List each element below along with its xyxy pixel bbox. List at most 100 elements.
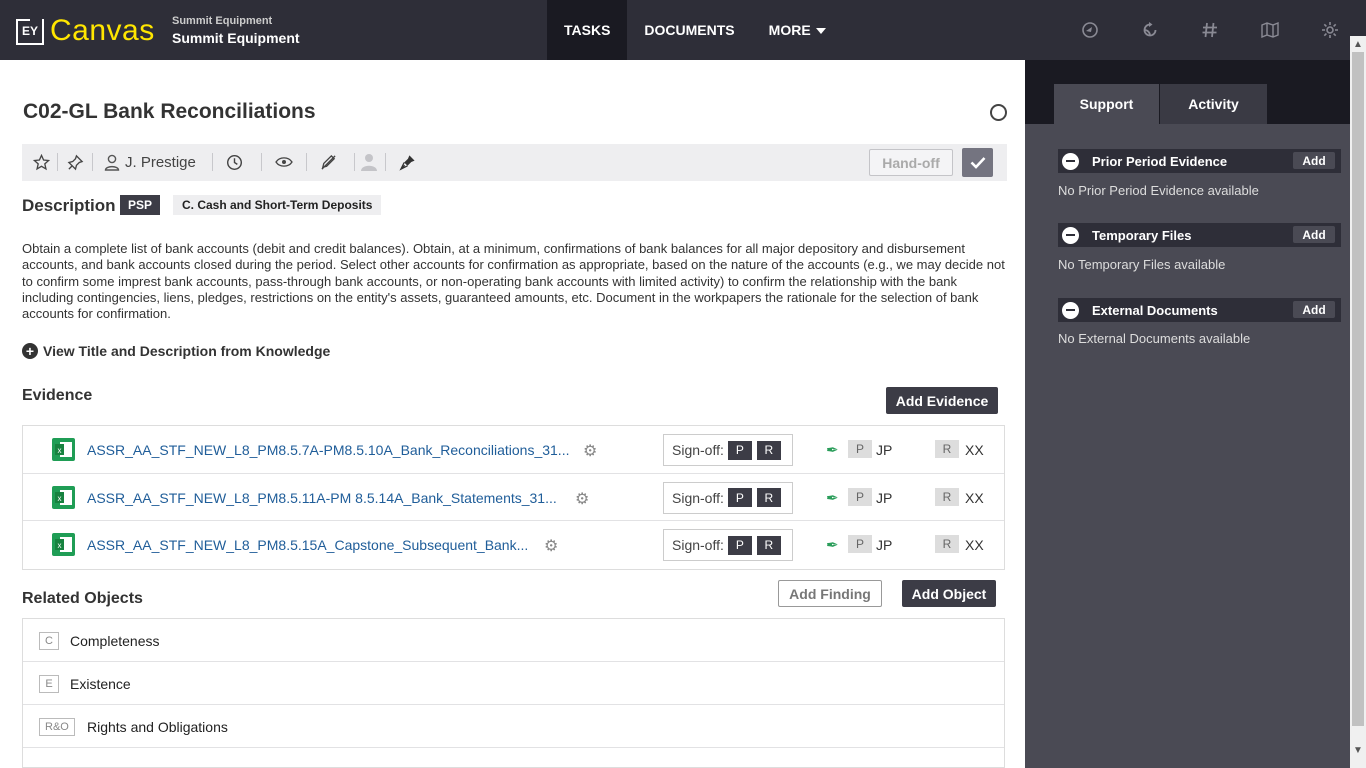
list-item[interactable]: R&O Rights and Obligations: [23, 705, 1004, 748]
preparer-badge: P: [848, 487, 872, 506]
tab-support[interactable]: Support: [1054, 84, 1159, 124]
user-disabled-icon: [361, 152, 377, 172]
add-external-document-button[interactable]: Add: [1293, 301, 1335, 318]
nav-more[interactable]: MORE: [752, 0, 843, 60]
gear-icon[interactable]: ⚙: [583, 441, 597, 461]
signoff-reviewer-button[interactable]: R: [756, 488, 781, 508]
preparer-initials: JP: [876, 442, 893, 458]
signoff-preparer-button[interactable]: P: [727, 535, 752, 555]
task-description: Obtain a complete list of bank accounts …: [22, 241, 1005, 322]
list-item[interactable]: C Completeness: [23, 619, 1004, 662]
prior-period-evidence-header[interactable]: Prior Period Evidence Add: [1058, 149, 1341, 173]
view-knowledge-link[interactable]: + View Title and Description from Knowle…: [22, 343, 330, 359]
list-item[interactable]: E Existence: [23, 662, 1004, 705]
hashtag-icon[interactable]: [1180, 18, 1240, 42]
svg-text:x: x: [58, 541, 62, 550]
signoff-preparer-button[interactable]: P: [727, 488, 752, 508]
add-temporary-file-button[interactable]: Add: [1293, 226, 1335, 243]
plus-circle-icon: +: [22, 343, 38, 359]
assertion-label: Rights and Obligations: [87, 719, 228, 735]
complete-button[interactable]: [962, 148, 993, 177]
gear-icon[interactable]: ⚙: [544, 536, 558, 556]
star-icon[interactable]: [33, 152, 50, 172]
temporary-files-header[interactable]: Temporary Files Add: [1058, 223, 1341, 247]
collapse-icon[interactable]: [1062, 226, 1079, 244]
scroll-down-icon[interactable]: ▼: [1350, 742, 1366, 758]
evidence-file-link[interactable]: ASSR_AA_STF_NEW_L8_PM8.5.11A-PM 8.5.14A_…: [87, 490, 557, 506]
external-documents-header[interactable]: External Documents Add: [1058, 298, 1341, 322]
excel-file-icon: x: [52, 485, 75, 509]
nav-tasks[interactable]: TASKS: [547, 0, 628, 60]
collapse-icon[interactable]: [1062, 301, 1079, 319]
app-name[interactable]: Canvas: [50, 14, 155, 48]
preparer-badge: P: [848, 440, 872, 458]
evidence-file-link[interactable]: ASSR_AA_STF_NEW_L8_PM8.5.15A_Capstone_Su…: [87, 537, 528, 553]
assertion-code-badge: C: [39, 632, 59, 650]
task-toolbar: J. Prestige Hand-off: [22, 144, 1007, 181]
svg-text:x: x: [58, 494, 62, 503]
support-tabs: Support Activity: [1025, 60, 1350, 124]
toolbar-divider: [306, 153, 307, 171]
dashboard-icon[interactable]: [1060, 18, 1120, 42]
client-name-small: Summit Equipment: [172, 15, 273, 27]
status-circle-icon[interactable]: [990, 104, 1007, 121]
signoff-preparer-button[interactable]: P: [727, 440, 752, 460]
related-objects-title: Related Objects: [22, 590, 143, 607]
toolbar-divider: [212, 153, 213, 171]
scroll-thumb[interactable]: [1352, 52, 1364, 726]
empty-message: No Temporary Files available: [1058, 257, 1226, 272]
related-objects-list: C Completeness E Existence R&O Rights an…: [22, 618, 1005, 768]
signoff-control: Sign-off: P R: [663, 481, 793, 514]
add-object-button[interactable]: Add Object: [902, 580, 996, 607]
no-sign-icon[interactable]: [320, 152, 337, 172]
eye-icon[interactable]: [275, 152, 293, 172]
tab-activity[interactable]: Activity: [1160, 84, 1267, 124]
psp-badge: PSP: [120, 195, 161, 215]
section-title: Temporary Files: [1092, 227, 1192, 243]
reviewer-initials: XX: [965, 489, 984, 506]
add-evidence-button[interactable]: Add Evidence: [886, 387, 998, 414]
handoff-button[interactable]: Hand-off: [869, 149, 953, 176]
pin-icon[interactable]: [67, 152, 84, 172]
check-icon: [970, 157, 985, 169]
header-icons: [1060, 18, 1360, 42]
empty-message: No External Documents available: [1058, 331, 1251, 346]
assignee[interactable]: J. Prestige: [104, 152, 196, 172]
signoff-label: Sign-off:: [672, 489, 724, 506]
map-icon[interactable]: [1240, 18, 1300, 42]
page-title: C02-GL Bank Reconciliations: [23, 100, 316, 123]
evidence-file-link[interactable]: ASSR_AA_STF_NEW_L8_PM8.5.7A-PM8.5.10A_Ba…: [87, 442, 569, 458]
add-finding-button[interactable]: Add Finding: [778, 580, 882, 607]
excel-file-icon: x: [52, 533, 75, 557]
empty-message: No Prior Period Evidence available: [1058, 183, 1259, 198]
refresh-icon[interactable]: [1120, 18, 1180, 42]
nav-documents[interactable]: DOCUMENTS: [627, 0, 751, 60]
reviewer-badge: R: [935, 535, 959, 554]
excel-file-icon: x: [52, 438, 75, 461]
clock-icon[interactable]: [226, 152, 243, 172]
scroll-up-icon[interactable]: ▲: [1350, 36, 1366, 52]
description-label: Description: [22, 196, 116, 215]
category-badge: C. Cash and Short-Term Deposits: [173, 195, 382, 215]
collapse-icon[interactable]: [1062, 152, 1079, 170]
pen-icon[interactable]: [399, 152, 416, 172]
signoff-control: Sign-off: P R: [663, 529, 793, 562]
svg-text:x: x: [58, 446, 62, 455]
page-scrollbar[interactable]: ▲ ▼: [1350, 36, 1366, 768]
assertion-code-badge: E: [39, 675, 59, 693]
toolbar-divider: [57, 153, 58, 171]
reviewer-initials: XX: [965, 442, 984, 458]
client-name[interactable]: Summit Equipment: [172, 30, 300, 46]
caret-down-icon: [815, 28, 826, 35]
gear-icon[interactable]: ⚙: [575, 489, 589, 509]
signoff-reviewer-button[interactable]: R: [756, 535, 781, 555]
section-title: External Documents: [1092, 302, 1218, 318]
evidence-row: x ASSR_AA_STF_NEW_L8_PM8.5.11A-PM 8.5.14…: [23, 474, 1004, 522]
signoff-label: Sign-off:: [672, 537, 724, 554]
add-prior-period-evidence-button[interactable]: Add: [1293, 152, 1335, 169]
assertion-code-badge: R&O: [39, 718, 75, 736]
signoff-reviewer-button[interactable]: R: [756, 440, 781, 460]
signed-pen-icon: ✒: [826, 489, 839, 507]
toolbar-divider: [354, 153, 355, 171]
ey-logo[interactable]: EY: [16, 19, 44, 45]
